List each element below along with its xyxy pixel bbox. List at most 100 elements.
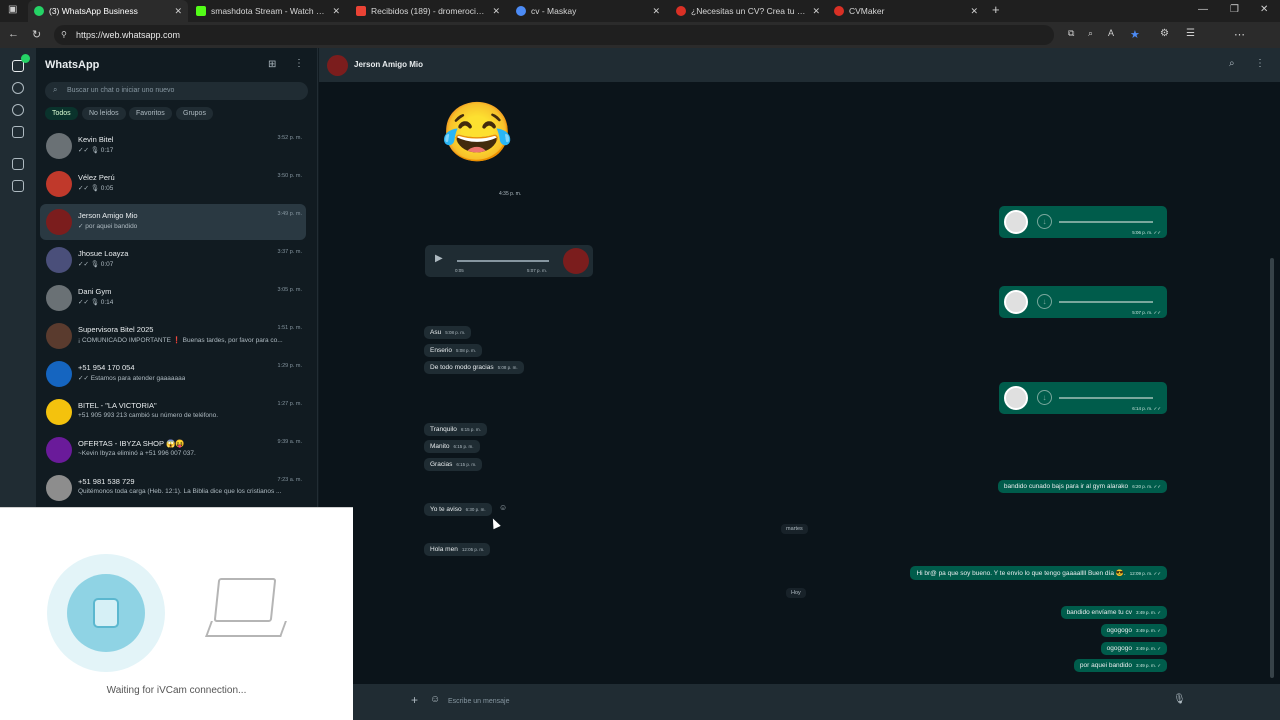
tab-cvmaker[interactable]: CVMaker ✕	[828, 0, 984, 22]
browser-tab-bar: ▣ (3) WhatsApp Business ✕ smashdota Stre…	[0, 0, 1280, 22]
laptop-base	[205, 621, 287, 637]
voice-note-in[interactable]: ▶ 0:05 5:07 p. m.	[425, 245, 593, 277]
chat-row[interactable]: Jhosue Loayza ✓✓ 🎙 0:07 3:37 p. m.	[40, 242, 306, 278]
favorites-icon[interactable]: ☰	[1186, 28, 1195, 39]
tab-kick[interactable]: smashdota Stream - Watch Live o ✕	[190, 0, 346, 22]
close-icon[interactable]: ✕	[174, 6, 182, 17]
menu-dots-icon[interactable]: ⋮	[294, 58, 304, 69]
chat-row[interactable]: Kevin Bitel ✓✓ 🎙 0:17 3:52 p. m.	[40, 128, 306, 164]
maximize-icon[interactable]: ❐	[1230, 4, 1239, 15]
avatar	[46, 209, 72, 235]
chat-row[interactable]: OFERTAS - IBYZA SHOP 😱😝 ~Kevin Ibyza eli…	[40, 432, 306, 468]
menu-dots-icon[interactable]: ⋯	[1234, 28, 1245, 41]
close-icon[interactable]: ✕	[332, 6, 340, 17]
reload-icon[interactable]: ↻	[32, 28, 41, 41]
download-icon[interactable]: ↓	[1037, 294, 1052, 309]
filter-all[interactable]: Todos	[45, 107, 78, 120]
avatar	[1004, 210, 1028, 234]
contact-avatar[interactable]	[327, 55, 348, 76]
read-aloud-icon[interactable]: A	[1108, 28, 1114, 38]
chat-row-selected[interactable]: Jerson Amigo Mio ✓ por aquei bandido 3:4…	[40, 204, 306, 240]
avatar	[1004, 290, 1028, 314]
catalog-icon[interactable]	[12, 158, 24, 170]
open-in-app-icon[interactable]: ⧉	[1068, 28, 1074, 39]
address-bar: ← ↻ ⚲ https://web.whatsapp.com ⧉ ⌕ A ★ ⚙…	[0, 22, 1280, 65]
filter-unread[interactable]: No leídos	[82, 107, 126, 120]
outgoing-message: bandido cunado bajs para ir al gym alara…	[997, 480, 1167, 493]
new-chat-icon[interactable]: ⊞	[268, 59, 276, 70]
search-icon: ⌕	[53, 85, 58, 94]
outgoing-message: ogogogo 3:49 p. m. ✓	[1100, 642, 1167, 655]
waveform	[1059, 221, 1153, 223]
url-field[interactable]: ⚲ https://web.whatsapp.com	[54, 25, 1054, 45]
chat-row[interactable]: +51 981 538 729 Quitémonos toda carga (H…	[40, 470, 306, 506]
minimize-icon[interactable]: —	[1198, 4, 1208, 15]
close-icon[interactable]: ✕	[492, 6, 500, 17]
laptop-icon	[213, 578, 277, 622]
back-icon[interactable]: ←	[8, 28, 19, 40]
avatar	[46, 171, 72, 197]
tab-whatsapp[interactable]: (3) WhatsApp Business ✕	[28, 0, 188, 22]
waveform	[457, 260, 549, 262]
communities-icon[interactable]	[12, 126, 24, 138]
scrollbar[interactable]	[1270, 258, 1274, 678]
outgoing-message: ogogogo 3:49 p. m. ✓	[1100, 624, 1167, 637]
new-tab-icon[interactable]: +	[992, 2, 1000, 17]
play-icon[interactable]: ▶	[435, 253, 443, 264]
tab-maskay[interactable]: cv - Maskay ✕	[510, 0, 666, 22]
day-separator: Hoy	[786, 588, 806, 598]
site-info-icon[interactable]: ⚲	[61, 25, 67, 45]
tab-cv-builder[interactable]: ¿Necesitas un CV? Crea tu curríc ✕	[670, 0, 826, 22]
phone-icon	[93, 598, 119, 628]
search-input[interactable]: Buscar un chat o iniciar uno nuevo	[45, 82, 308, 100]
close-icon[interactable]: ✕	[970, 6, 978, 17]
filter-groups[interactable]: Grupos	[176, 107, 213, 120]
status-icon[interactable]	[12, 82, 24, 94]
avatar	[46, 399, 72, 425]
download-icon[interactable]: ↓	[1037, 214, 1052, 229]
voice-note-out[interactable]: ↓ 5:06 p. m. ✓✓	[999, 206, 1167, 238]
incoming-message: Asu 5:08 p. m.	[424, 326, 472, 339]
ads-icon[interactable]	[12, 180, 24, 192]
tab-gmail[interactable]: Recibidos (189) - dromerocieza2@ ✕	[350, 0, 506, 22]
gmail-icon	[356, 6, 366, 16]
unread-badge	[21, 54, 30, 63]
favorite-star-icon[interactable]: ★	[1130, 28, 1140, 41]
filter-favorites[interactable]: Favoritos	[129, 107, 172, 120]
contact-name[interactable]: Jerson Amigo Mio	[354, 60, 423, 69]
close-icon[interactable]: ✕	[652, 6, 660, 17]
avatar	[46, 323, 72, 349]
app-title: WhatsApp	[45, 59, 100, 71]
voice-note-out[interactable]: ↓ 5:07 p. m. ✓✓	[999, 286, 1167, 318]
chat-row[interactable]: Vélez Perú ✓✓ 🎙 0:05 3:50 p. m.	[40, 166, 306, 202]
chat-row[interactable]: Supervisora Bitel 2025 ¡ COMUNICADO IMPO…	[40, 318, 306, 354]
tab-actions-icon[interactable]: ▣	[8, 4, 17, 15]
avatar	[1004, 386, 1028, 410]
attach-plus-icon[interactable]: +	[411, 693, 418, 707]
message-composer: + ☺ Escribe un mensaje 🎙	[319, 684, 1280, 720]
conversation-panel: Jerson Amigo Mio ⌕ ⋮ 😂 4:35 p. m. ↓ 5:06…	[319, 48, 1280, 720]
avatar	[46, 437, 72, 463]
extensions-icon[interactable]: ⚙	[1160, 28, 1169, 39]
react-emoji-icon[interactable]: ☺	[499, 503, 507, 512]
microphone-icon[interactable]: 🎙	[1173, 694, 1186, 705]
window-close-icon[interactable]: ✕	[1260, 4, 1268, 15]
channels-icon[interactable]	[12, 104, 24, 116]
incoming-message: Yo te aviso 6:30 p. m.	[424, 503, 492, 516]
chat-row[interactable]: BITEL - "LA VICTORIA" +51 905 993 213 ca…	[40, 394, 306, 430]
chat-row[interactable]: +51 954 170 054 ✓✓ Estamos para atender …	[40, 356, 306, 392]
voice-note-out[interactable]: ↓ 6:14 p. m. ✓✓	[999, 382, 1167, 414]
zoom-icon[interactable]: ⌕	[1088, 28, 1093, 39]
incoming-message: Manito 6:15 p. m.	[424, 440, 480, 453]
message-input[interactable]: Escribe un mensaje	[444, 692, 1164, 712]
search-icon[interactable]: ⌕	[1229, 58, 1235, 69]
close-icon[interactable]: ✕	[812, 6, 820, 17]
download-icon[interactable]: ↓	[1037, 390, 1052, 405]
chat-row[interactable]: Dani Gym ✓✓ 🎙 0:14 3:05 p. m.	[40, 280, 306, 316]
outgoing-message: por aquei bandido 3:49 p. m. ✓	[1073, 659, 1167, 672]
cvmaker-icon	[834, 6, 844, 16]
emoji-message: 😂	[441, 100, 514, 165]
menu-dots-icon[interactable]: ⋮	[1255, 58, 1265, 69]
sticker-icon[interactable]: ☺	[430, 694, 440, 705]
incoming-message: Hola men 12:05 p. m.	[424, 543, 491, 556]
